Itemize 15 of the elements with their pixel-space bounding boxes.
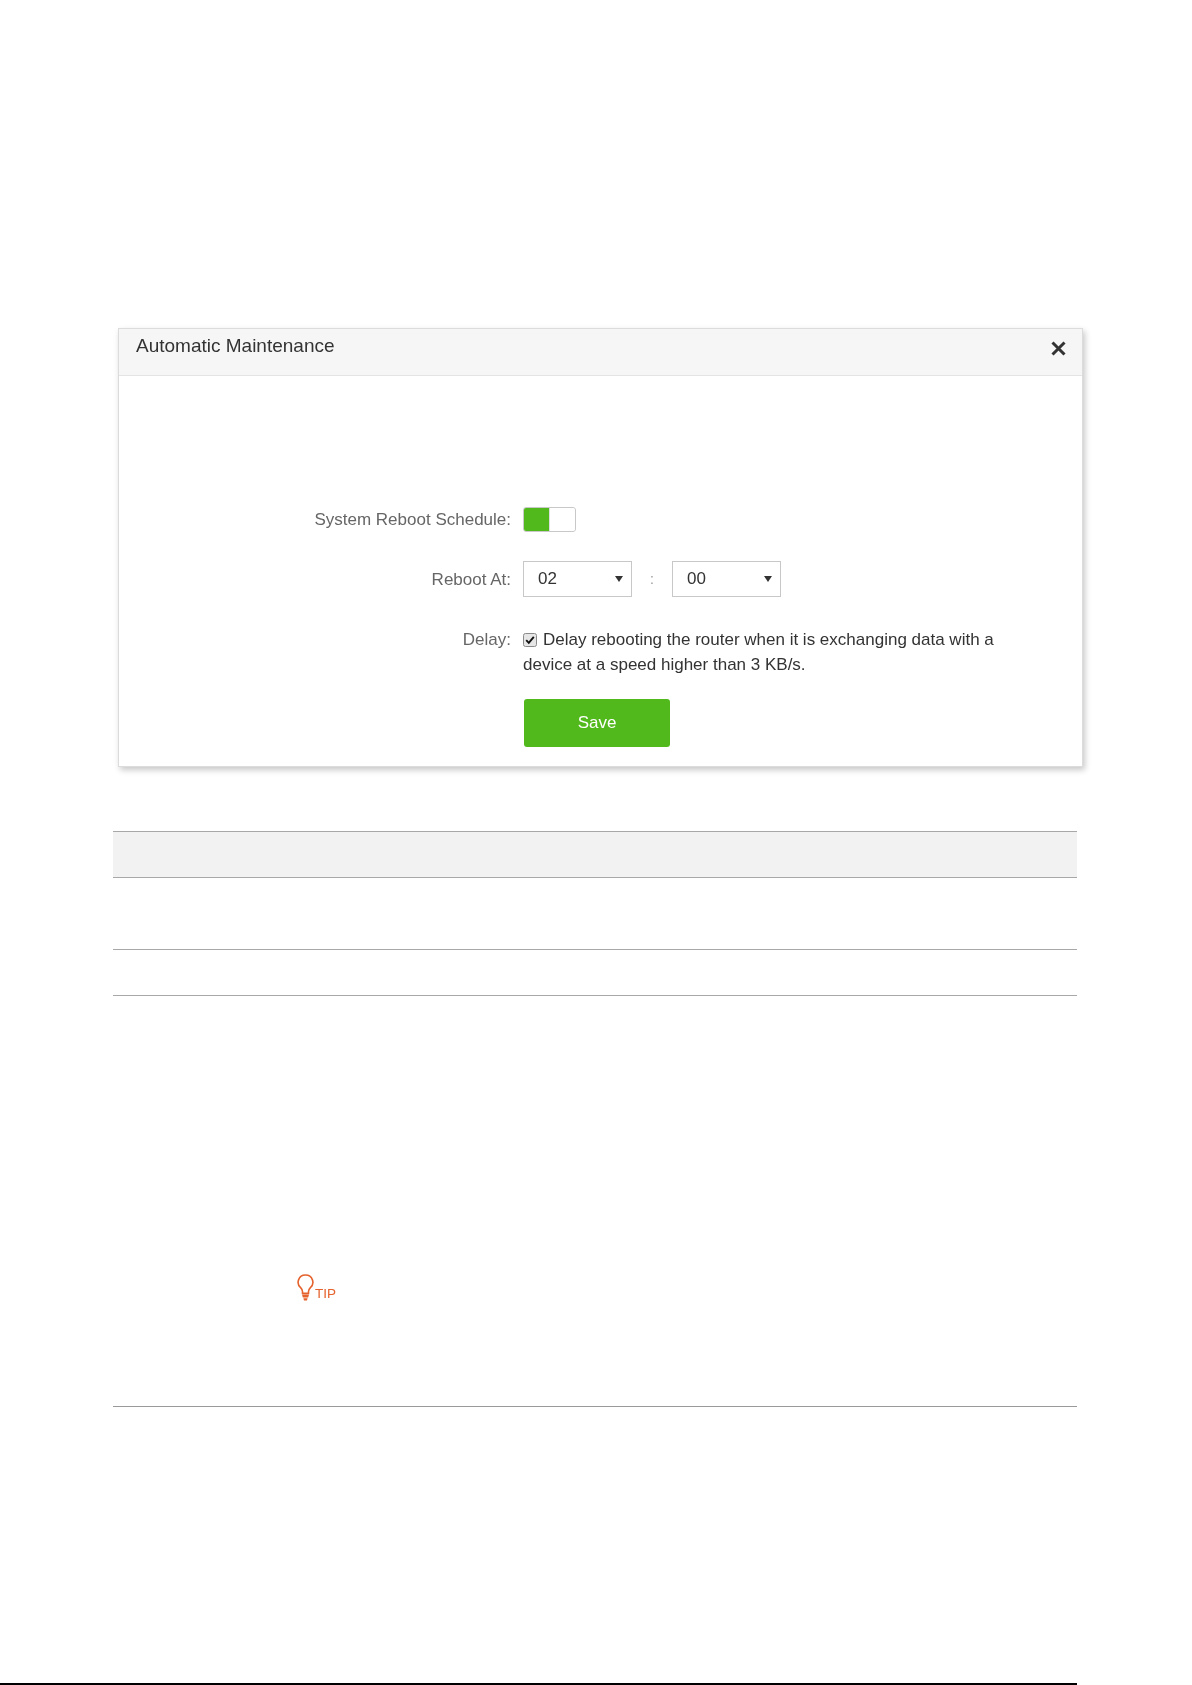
time-separator: : bbox=[649, 570, 655, 589]
checkbox-icon[interactable] bbox=[523, 633, 537, 647]
lightbulb-icon bbox=[297, 1274, 314, 1301]
dialog-title: Automatic Maintenance bbox=[136, 335, 335, 357]
field-label: Delay: bbox=[461, 629, 512, 651]
caret-icon bbox=[615, 576, 623, 582]
tip-label: TIP bbox=[315, 1287, 336, 1300]
caret-icon bbox=[764, 576, 772, 582]
close-icon[interactable] bbox=[1051, 341, 1066, 356]
toggle-switch[interactable] bbox=[523, 507, 576, 532]
minute-select[interactable]: 00 bbox=[672, 561, 781, 597]
delay-checkbox[interactable]: Delay rebooting the router when it is exchanging data with a device at a speed higher than 3 KB/s. bbox=[523, 627, 1018, 677]
field-label: Reboot At: bbox=[430, 568, 512, 591]
field-label: System Reboot Schedule: bbox=[313, 509, 512, 531]
hour-select[interactable]: 02 bbox=[523, 561, 632, 597]
